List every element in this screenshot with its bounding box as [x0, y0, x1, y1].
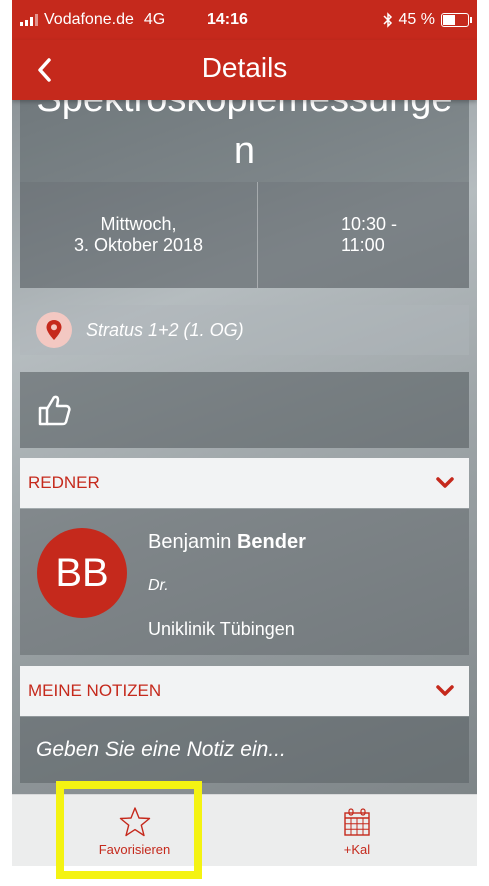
- battery-percent: 45 %: [398, 11, 435, 28]
- speakers-section-label: REDNER: [28, 473, 100, 492]
- location-row[interactable]: Stratus 1+2 (1. OG): [20, 305, 469, 355]
- carrier-name: Vodafone.de: [44, 11, 134, 28]
- details-content[interactable]: Spektroskopiemessunge n Mittwoch, 3. Okt…: [12, 100, 477, 794]
- like-row: [20, 372, 469, 448]
- notes-input[interactable]: Geben Sie eine Notiz ein...: [20, 717, 469, 783]
- notes-section-label: MEINE NOTIZEN: [28, 681, 162, 700]
- battery-icon: [441, 13, 472, 27]
- event-end-time: 11:00: [341, 235, 385, 255]
- date-time-row: Mittwoch, 3. Oktober 2018 10:30 - 11:00: [20, 182, 469, 288]
- location-pin-icon: [36, 312, 72, 348]
- status-bar: Vodafone.de 4G 14:16 45 %: [12, 0, 477, 40]
- speaker-title: Dr.: [148, 577, 169, 594]
- add-calendar-button[interactable]: +Kal: [312, 795, 402, 866]
- event-full-date: 3. Oktober 2018: [73, 235, 204, 255]
- signal-icon: [20, 14, 38, 26]
- event-date: Mittwoch, 3. Oktober 2018: [20, 182, 258, 288]
- highlight-box: [56, 781, 202, 879]
- location-text: Stratus 1+2 (1. OG): [86, 319, 244, 340]
- event-weekday: Mittwoch,: [100, 214, 177, 234]
- calendar-icon: [344, 807, 370, 836]
- event-title-line1: Spektroskopiemessunge: [20, 100, 469, 121]
- chevron-down-icon: [436, 685, 454, 696]
- page-title: Details: [201, 52, 288, 83]
- speaker-card[interactable]: BB Benjamin Bender Dr. Uniklinik Tübinge…: [20, 509, 469, 655]
- event-time: 10:30 - 11:00: [258, 182, 469, 288]
- speaker-name: Benjamin Bender: [148, 531, 306, 554]
- notes-placeholder: Geben Sie eine Notiz ein...: [36, 738, 286, 761]
- status-time: 14:16: [207, 11, 248, 28]
- speaker-first-name: Benjamin: [148, 531, 232, 553]
- status-left: Vodafone.de 4G: [20, 11, 165, 29]
- status-right: 45 %: [383, 11, 472, 29]
- bluetooth-icon: [383, 12, 392, 28]
- avatar: BB: [37, 528, 127, 618]
- phone-screen: Vodafone.de 4G 14:16 45 % Details Spektr…: [12, 0, 477, 866]
- speaker-organization: Uniklinik Tübingen: [148, 619, 295, 639]
- event-start-time: 10:30 -: [341, 214, 398, 234]
- calendar-label: +Kal: [343, 841, 371, 857]
- network-type: 4G: [143, 11, 166, 28]
- event-title-line2: n: [233, 130, 256, 172]
- thumbs-up-icon[interactable]: [34, 390, 74, 430]
- navigation-bar: Details: [12, 40, 477, 100]
- chevron-down-icon: [436, 477, 454, 488]
- event-title: Spektroskopiemessunge n: [20, 100, 469, 182]
- speaker-last-name: Bender: [236, 531, 306, 553]
- speakers-section-header[interactable]: REDNER: [20, 458, 469, 508]
- notes-section-header[interactable]: MEINE NOTIZEN: [20, 666, 469, 716]
